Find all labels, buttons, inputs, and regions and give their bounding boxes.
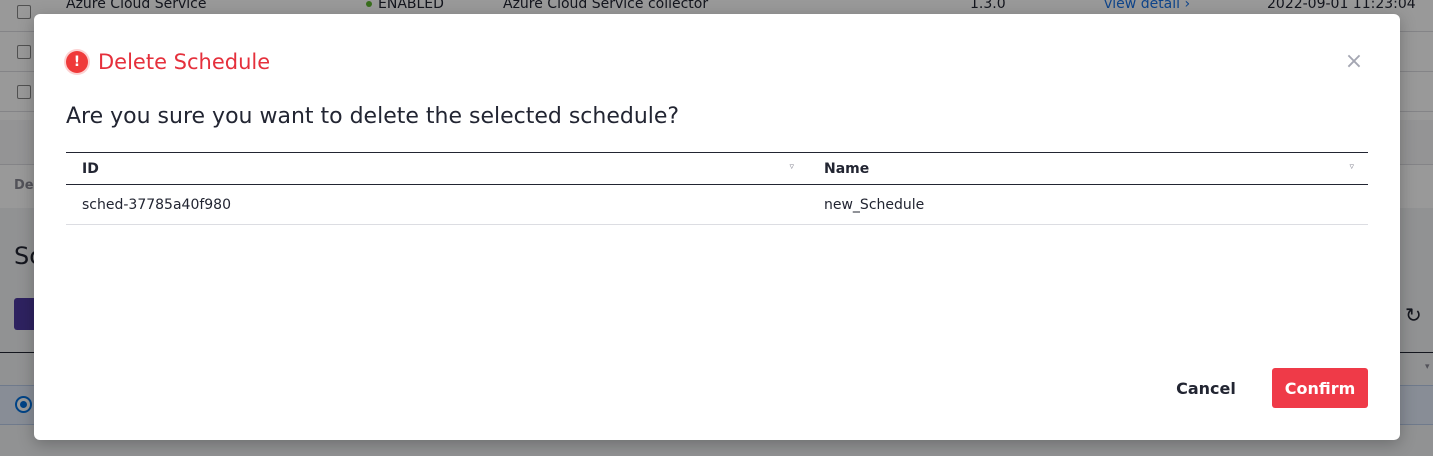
schedule-name-cell: new_Schedule	[808, 184, 1368, 225]
cancel-button[interactable]: Cancel	[1166, 368, 1246, 408]
column-header-name[interactable]: Name ▿	[808, 152, 1368, 185]
table-row: sched-37785a40f980 new_Schedule	[66, 184, 1368, 225]
modal-title: Delete Schedule	[98, 50, 271, 74]
close-icon[interactable]: ×	[1342, 50, 1366, 74]
schedule-id-cell: sched-37785a40f980	[66, 184, 808, 225]
confirm-button[interactable]: Confirm	[1272, 368, 1368, 408]
column-header-id[interactable]: ID ▿	[66, 152, 808, 185]
modal-header: ! Delete Schedule	[66, 50, 270, 74]
sort-icon[interactable]: ▿	[789, 162, 794, 172]
confirmation-question: Are you sure you want to delete the sele…	[66, 104, 680, 129]
selected-schedules-table: ID ▿ Name ▿ sched-37785a40f980 new_Sched…	[66, 152, 1368, 225]
delete-schedule-modal: ! Delete Schedule × Are you sure you wan…	[34, 14, 1400, 440]
alert-circle-icon: !	[66, 51, 88, 73]
sort-icon[interactable]: ▿	[1349, 162, 1354, 172]
table-header-row: ID ▿ Name ▿	[66, 152, 1368, 185]
